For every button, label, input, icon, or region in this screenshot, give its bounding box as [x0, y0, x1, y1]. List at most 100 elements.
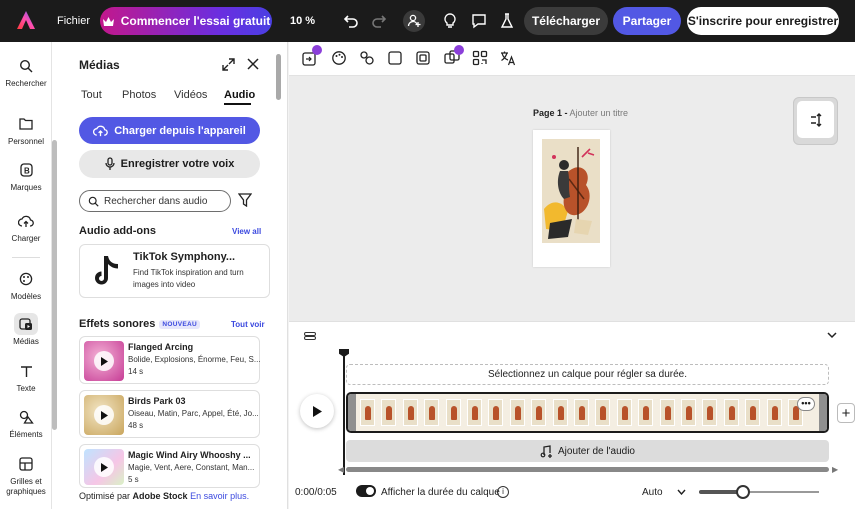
page-title-input[interactable]: Ajouter un titre	[570, 108, 629, 118]
sound-thumbnail	[84, 341, 124, 381]
start-trial-button[interactable]: Commencer l'essai gratuit	[100, 7, 272, 35]
show-duration-toggle[interactable]	[356, 485, 376, 497]
timeline-scrollbar[interactable]	[346, 467, 829, 472]
show-duration-label: Afficher la durée du calque	[381, 487, 500, 498]
play-icon[interactable]	[94, 405, 114, 425]
file-menu[interactable]: Fichier	[57, 15, 90, 27]
undo-icon[interactable]	[341, 11, 361, 31]
nav-brands[interactable]: B Marques	[0, 159, 52, 192]
nav-search[interactable]: Rechercher	[0, 55, 52, 88]
play-icon[interactable]	[94, 351, 114, 371]
nav-media[interactable]: Médias	[0, 313, 52, 346]
learn-more-link[interactable]: En savoir plus.	[190, 491, 249, 501]
svg-text:B: B	[24, 167, 30, 176]
folder-icon	[19, 118, 33, 130]
premium-crown-icon	[312, 45, 322, 55]
clip-frame	[552, 399, 568, 426]
play-icon	[313, 405, 322, 417]
audio-search-input[interactable]: Rechercher dans audio	[79, 190, 231, 212]
sound-item[interactable]: Magic Wind Airy Whooshy ... Magie, Vent,…	[79, 444, 260, 488]
play-button[interactable]	[300, 394, 334, 428]
nav-personal[interactable]: Personnel	[0, 113, 52, 146]
start-trial-label: Commencer l'essai gratuit	[120, 14, 271, 28]
lightbulb-icon[interactable]	[440, 11, 460, 31]
video-clip[interactable]	[346, 392, 829, 433]
panel-scrollbar[interactable]	[276, 54, 281, 100]
nav-grids[interactable]: Grilles et graphiques	[0, 453, 52, 497]
clip-frame	[402, 399, 418, 426]
play-icon[interactable]	[94, 457, 114, 477]
tiktok-icon	[95, 256, 118, 285]
music-add-icon	[540, 444, 553, 458]
clip-frame	[424, 399, 440, 426]
nav-scrollbar[interactable]	[52, 140, 57, 430]
powered-brand: Adobe Stock	[132, 491, 188, 501]
tab-videos[interactable]: Vidéos	[174, 89, 207, 101]
clip-frame	[445, 399, 461, 426]
share-button[interactable]: Partager	[613, 7, 681, 35]
nav-divider	[12, 257, 40, 258]
clip-handle-right[interactable]	[819, 394, 827, 431]
page-nav-widget[interactable]	[793, 97, 838, 145]
sound-item[interactable]: Flanged Arcing Bolide, Explosions, Énorm…	[79, 336, 261, 384]
sound-item[interactable]: Birds Park 03 Oiseau, Matin, Parc, Appel…	[79, 390, 260, 438]
nav-search-label: Rechercher	[5, 79, 47, 88]
shapes-tool-icon[interactable]	[359, 50, 375, 66]
nav-elements[interactable]: Éléments	[0, 406, 52, 439]
comment-icon[interactable]	[469, 11, 489, 31]
upload-from-device-button[interactable]: Charger depuis l'appareil	[79, 117, 260, 144]
nav-templates[interactable]: Modèles	[0, 268, 52, 301]
flask-icon[interactable]	[497, 11, 517, 31]
tab-photos[interactable]: Photos	[122, 89, 156, 101]
panel-title: Médias	[79, 58, 120, 72]
addons-view-all-link[interactable]: View all	[232, 227, 261, 236]
palette-icon[interactable]	[331, 50, 347, 66]
cello-illustration[interactable]	[542, 139, 600, 243]
nav-text[interactable]: Texte	[0, 360, 52, 393]
square-icon[interactable]	[387, 50, 403, 66]
nav-brands-label: Marques	[10, 183, 42, 192]
reorder-icon	[810, 112, 821, 127]
clip-frame	[745, 399, 761, 426]
tab-all[interactable]: Tout	[81, 89, 102, 101]
signup-button[interactable]: S'inscrire pour enregistrer	[687, 7, 839, 35]
brand-icon: B	[19, 163, 33, 177]
invite-icon[interactable]	[403, 10, 425, 32]
speed-select[interactable]: Auto	[642, 487, 686, 498]
add-clip-button[interactable]: +	[837, 403, 855, 423]
add-audio-button[interactable]: Ajouter de l'audio	[346, 440, 829, 462]
effects-view-all-link[interactable]: Tout voir	[231, 320, 265, 329]
crown-icon	[102, 16, 114, 26]
grid-icon	[19, 457, 33, 471]
adobe-express-logo[interactable]	[16, 10, 36, 30]
playhead-line	[343, 355, 345, 475]
info-icon[interactable]: i	[497, 486, 509, 498]
frame-icon[interactable]	[415, 50, 431, 66]
sound-duration: 48 s	[128, 421, 144, 430]
qr-icon[interactable]	[472, 50, 488, 66]
nav-upload[interactable]: Charger	[0, 210, 52, 243]
zoom-level[interactable]: 10 %	[290, 15, 315, 27]
text-icon	[20, 365, 32, 377]
redo-icon[interactable]	[369, 11, 389, 31]
shapes-icon	[19, 410, 34, 424]
clip-menu-button[interactable]: •••	[797, 397, 815, 411]
translate-icon[interactable]	[500, 50, 516, 66]
scroll-right-icon[interactable]: ▶	[832, 465, 838, 474]
cloud-upload-icon	[18, 215, 34, 227]
upload-from-device-label: Charger depuis l'appareil	[114, 124, 246, 137]
timeline-drag-icon[interactable]	[304, 332, 316, 340]
download-button[interactable]: Télécharger	[524, 7, 608, 35]
scroll-left-icon[interactable]: ◀	[338, 465, 344, 474]
sound-thumbnail	[84, 449, 124, 485]
tiktok-addon-card[interactable]: TikTok Symphony... Find TikTok inspirati…	[79, 244, 270, 298]
expand-icon[interactable]	[222, 58, 235, 71]
chevron-down-icon[interactable]	[827, 330, 837, 340]
record-voice-button[interactable]: Enregistrer votre voix	[79, 150, 260, 178]
templates-icon	[19, 272, 33, 286]
filter-icon[interactable]	[238, 193, 252, 207]
record-voice-label: Enregistrer votre voix	[120, 158, 235, 170]
close-icon[interactable]	[247, 58, 259, 70]
clip-handle-left[interactable]	[348, 394, 356, 431]
tab-audio[interactable]: Audio	[224, 89, 255, 101]
